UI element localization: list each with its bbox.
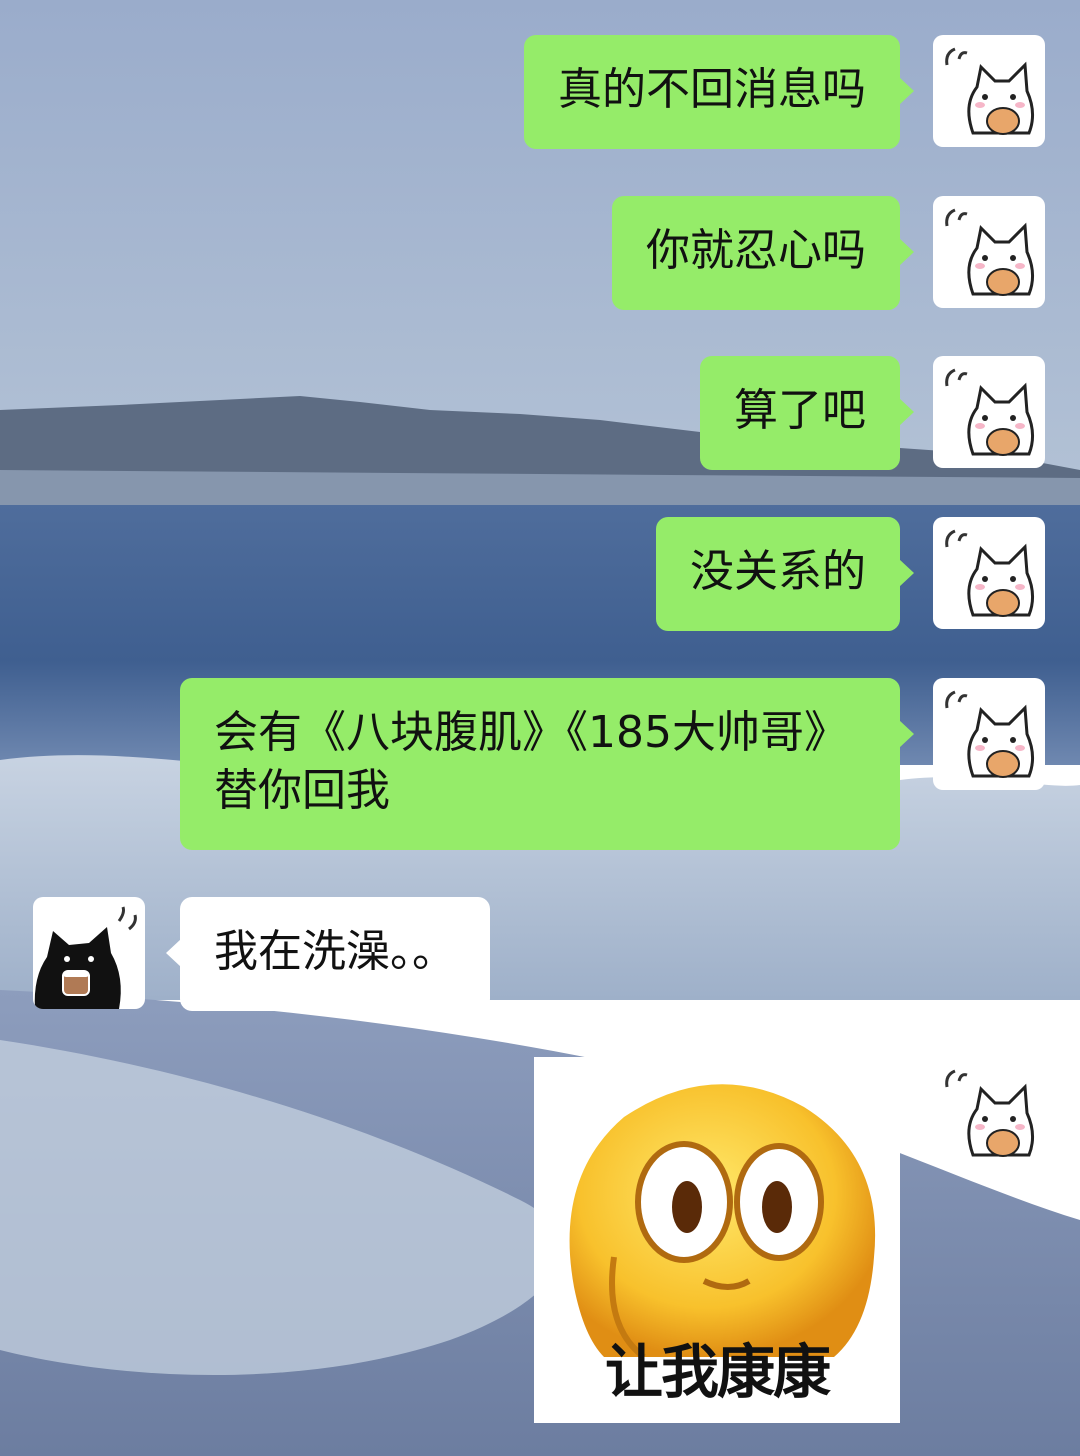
chat-message-bubble[interactable]: 算了吧 xyxy=(700,356,914,470)
white-cat-avatar-icon[interactable] xyxy=(933,35,1045,147)
shocked-face-sticker[interactable]: 让我康康 xyxy=(534,1057,900,1423)
chat-message-bubble[interactable]: 没关系的 xyxy=(656,517,914,631)
sticker-caption: 让我康康 xyxy=(604,1338,831,1406)
white-cat-avatar-icon[interactable] xyxy=(933,678,1045,790)
white-cat-avatar-icon[interactable] xyxy=(933,196,1045,308)
chat-message-bubble[interactable]: 真的不回消息吗 xyxy=(524,35,914,149)
white-cat-avatar-icon[interactable] xyxy=(933,517,1045,629)
white-cat-avatar-icon[interactable] xyxy=(933,356,1045,468)
chat-message-bubble[interactable]: 我在洗澡。。 xyxy=(166,897,490,1011)
chat-message-bubble[interactable]: 会有《八块腹肌》《185大帅哥》 替你回我 xyxy=(180,678,914,850)
chat-message-bubble[interactable]: 你就忍心吗 xyxy=(612,196,914,310)
black-cat-avatar-icon[interactable] xyxy=(33,897,145,1009)
white-cat-avatar-icon[interactable] xyxy=(933,1057,1045,1169)
